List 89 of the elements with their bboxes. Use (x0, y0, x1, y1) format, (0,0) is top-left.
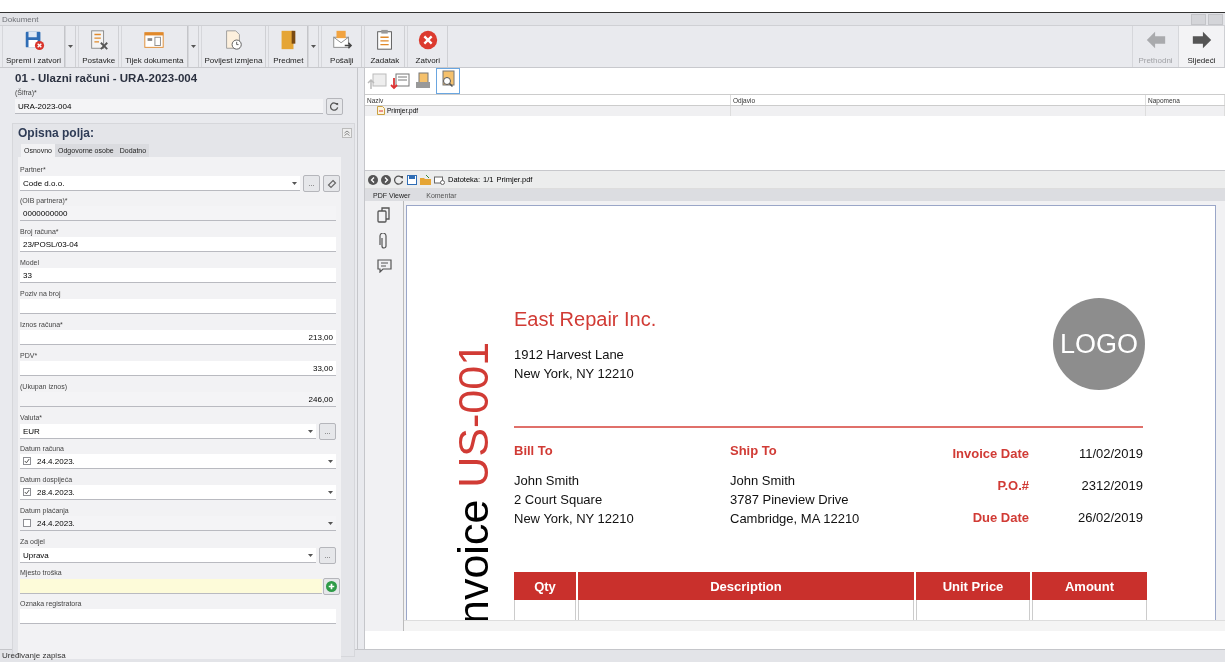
right-arrow-icon (1190, 29, 1213, 51)
billing-line: New York, NY 12210 (514, 510, 635, 528)
input-field[interactable]: 33 (20, 268, 336, 283)
checkbox[interactable] (23, 457, 31, 465)
toolbar-button[interactable]: Tijek dokumenta (121, 26, 188, 67)
link-icon (326, 178, 337, 189)
window-panels-icon (143, 29, 166, 51)
pages-icon[interactable] (377, 207, 391, 223)
browse-button[interactable]: ... (319, 547, 336, 564)
close-icon (416, 29, 439, 51)
shipping-line: Cambridge, MA 12210 (730, 510, 861, 528)
table-header: Description (578, 572, 914, 600)
billing-line: 2 Court Square (514, 491, 604, 509)
caret-icon (328, 521, 333, 525)
table-header: Qty (514, 572, 576, 600)
check-icon (24, 458, 30, 464)
link-button[interactable] (323, 175, 340, 192)
next-button[interactable]: Sljedeći (1178, 26, 1224, 67)
input-field[interactable]: 33,00 (20, 361, 336, 376)
window-title: Dokument (2, 14, 39, 24)
address-line: New York, NY 12210 (514, 365, 635, 383)
toolbar-button[interactable]: Povijest izmjena (200, 26, 266, 67)
remove-file-icon[interactable] (390, 72, 410, 90)
input-field[interactable]: URA-2023-004 (15, 99, 323, 114)
meta-value: 11/02/2019 (1077, 446, 1143, 462)
billing-line: John Smith (514, 472, 581, 490)
meta-label: Due Date (971, 509, 1029, 525)
refresh-button[interactable] (326, 98, 343, 115)
forward-icon[interactable] (381, 174, 391, 185)
left-arrow-icon (1144, 29, 1167, 51)
toolbar-button[interactable]: Predmet (268, 26, 309, 67)
caret-icon (308, 429, 313, 433)
horizontal-scrollbar[interactable] (404, 620, 1225, 631)
input-field[interactable] (20, 299, 336, 314)
date-picker[interactable]: 24.4.2023. (20, 516, 336, 531)
input-field[interactable]: 213,00 (20, 330, 336, 345)
check-icon (24, 489, 30, 495)
section-heading: Ship To (730, 443, 778, 458)
section-heading: Bill To (514, 443, 554, 458)
envelope-arrow-icon (330, 29, 353, 51)
add-button[interactable] (323, 578, 340, 595)
date-picker[interactable]: 24.4.2023. (20, 454, 336, 469)
refresh-icon[interactable] (394, 174, 404, 185)
meta-label: Invoice Date (951, 446, 1029, 462)
input-field[interactable]: 23/POSL/03-04 (20, 237, 336, 252)
meta-label: P.O.# (996, 478, 1029, 493)
save-icon[interactable] (407, 174, 417, 185)
plus-icon (326, 581, 337, 592)
combo-box[interactable]: EUR (20, 424, 316, 439)
date-picker[interactable]: 28.4.2023. (20, 485, 336, 500)
company-name: East Repair Inc. (514, 308, 657, 331)
add-file-icon[interactable] (367, 72, 387, 90)
input-field[interactable] (20, 579, 322, 594)
browse-button[interactable]: ... (319, 423, 336, 440)
table-header: Unit Price (916, 572, 1030, 600)
caret-icon (328, 459, 333, 463)
table-header: Amount (1032, 572, 1147, 600)
input-field[interactable] (20, 609, 336, 624)
checkbox[interactable] (23, 488, 31, 496)
folder-icon[interactable] (420, 174, 431, 185)
caret-icon (328, 490, 333, 494)
pdf-file-icon (377, 106, 385, 115)
back-icon[interactable] (368, 174, 378, 185)
section-title: Opisna polja: (18, 126, 94, 140)
invoice-title: nvoice US-001 (452, 341, 495, 624)
paperclip-icon[interactable] (379, 233, 389, 249)
caret-icon (68, 45, 74, 48)
caret-icon (308, 553, 313, 557)
browse-button[interactable]: ... (303, 175, 320, 192)
toolbar-button[interactable]: Spremi i zatvori (2, 26, 66, 67)
refresh-icon (330, 102, 339, 111)
combo-box[interactable]: Uprava (20, 548, 316, 563)
shipping-line: 3787 Pineview Drive (730, 491, 850, 509)
collapse-icon[interactable] (342, 128, 352, 138)
meta-value: 26/02/2019 (1076, 509, 1143, 525)
caret-icon (292, 181, 297, 185)
document-title: 01 - Ulazni računi - URA-2023-004 (15, 72, 199, 84)
comment-icon[interactable] (376, 259, 392, 273)
meta-value: 2312/2019 (1080, 478, 1143, 493)
status-text: Uređivanje zapisa (1, 651, 66, 661)
caret-icon (190, 45, 196, 48)
printer-icon[interactable] (413, 72, 433, 90)
address-line: 1912 Harvest Lane (514, 346, 625, 364)
checkbox[interactable] (23, 519, 31, 527)
caret-icon (311, 45, 317, 48)
shipping-line: John Smith (730, 472, 797, 490)
logo-circle: LOGO (1053, 298, 1145, 390)
envelope-icon[interactable] (434, 174, 445, 185)
combo-box[interactable]: Code d.o.o. (20, 176, 300, 191)
